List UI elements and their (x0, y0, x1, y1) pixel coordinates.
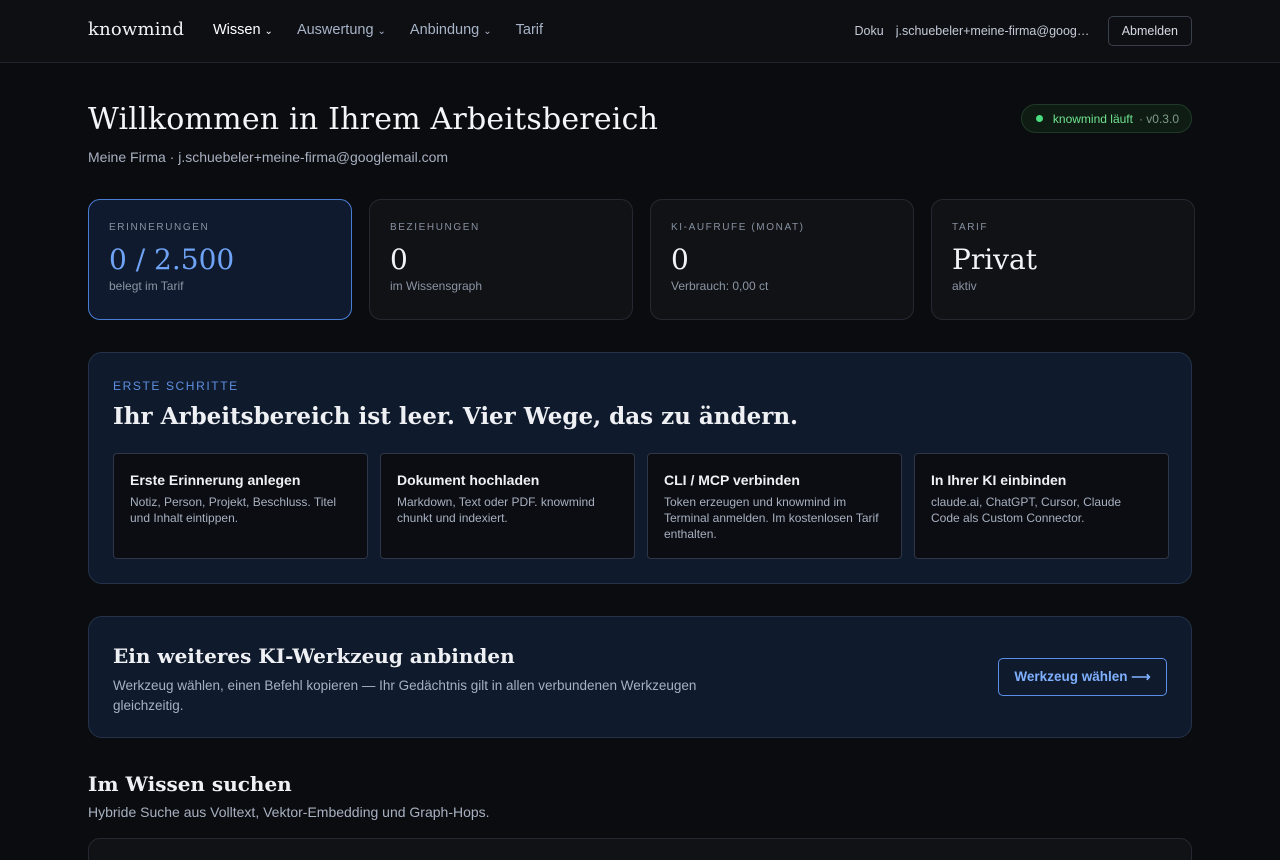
step-description: Notiz, Person, Projekt, Beschluss. Titel… (130, 495, 337, 525)
stat-label: BEZIEHUNGEN (390, 222, 480, 233)
stat-value: 0 (671, 243, 689, 276)
chevron-down-icon: ⌄ (483, 25, 492, 37)
docs-link[interactable]: Doku (855, 24, 884, 38)
stat-value: 0 (390, 243, 408, 276)
connect-tool-panel: Ein weiteres KI-Werkzeug anbinden Werkze… (88, 616, 1192, 738)
step-description: claude.ai, ChatGPT, Cursor, Claude Code … (931, 495, 1122, 525)
choose-tool-button[interactable]: Werkzeug wählen ⟶ (998, 658, 1167, 696)
status-badge: knowmind läuft · v0.3.0 (1020, 104, 1192, 133)
connect-title: Ein weiteres KI-Werkzeug anbinden (113, 644, 515, 668)
nav-item-label: Tarif (515, 22, 544, 38)
nav-item-anbindung[interactable]: Anbindung ⌄ (410, 22, 492, 38)
nav-item-auswertung[interactable]: Auswertung ⌄ (297, 22, 386, 38)
top-right-controls: Doku j.schuebeler+meine-firma@googlemail… (855, 16, 1192, 46)
search-card (88, 838, 1192, 860)
step-title: Erste Erinnerung anlegen (130, 472, 301, 488)
stat-caption: aktiv (952, 279, 977, 293)
step-title: Dokument hochladen (397, 472, 540, 488)
stat-caption: belegt im Tarif (109, 279, 184, 293)
chevron-down-icon: ⌄ (264, 25, 273, 37)
stat-value: Privat (952, 243, 1037, 276)
stat-card-erinnerungen: ERINNERUNGEN 0 / 2.500 belegt im Tarif (88, 199, 352, 320)
nav-item-label: Auswertung (296, 22, 374, 38)
stat-caption: Verbrauch: 0,00 ct (671, 279, 769, 293)
status-text: knowmind läuft (1052, 111, 1133, 126)
step-description: Token erzeugen und knowmind im Terminal … (664, 495, 879, 541)
account-email[interactable]: j.schuebeler+meine-firma@googlemail.com (896, 24, 1092, 38)
stat-card-tarif: TARIF Privat aktiv (931, 199, 1195, 320)
step-description: Markdown, Text oder PDF. knowmind chunkt… (397, 495, 595, 525)
onboarding-panel: ERSTE SCHRITTE Ihr Arbeitsbereich ist le… (88, 352, 1192, 584)
status-dot-icon (1035, 115, 1043, 122)
step-title: CLI / MCP verbinden (664, 472, 800, 488)
brand-logo[interactable]: knowmind (88, 19, 184, 40)
onboarding-title: Ihr Arbeitsbereich ist leer. Vier Wege, … (113, 403, 799, 430)
stat-value: 0 / 2.500 (109, 243, 235, 276)
connect-description: Werkzeug wählen, einen Befehl kopieren —… (113, 678, 697, 713)
nav-item-tarif[interactable]: Tarif (516, 22, 543, 38)
onboarding-kicker: ERSTE SCHRITTE (113, 379, 239, 393)
stat-caption: im Wissensgraph (390, 279, 483, 293)
nav-item-wissen[interactable]: Wissen ⌄ (213, 22, 273, 38)
stat-card-beziehungen: BEZIEHUNGEN 0 im Wissensgraph (369, 199, 633, 320)
stat-card-ki-aufrufe: KI-AUFRUFE (MONAT) 0 Verbrauch: 0,00 ct (650, 199, 914, 320)
page-subtitle: Meine Firma · j.schuebeler+meine-firma@g… (88, 149, 449, 165)
page-title: Willkommen in Ihrem Arbeitsbereich (88, 102, 659, 137)
stat-label: ERINNERUNGEN (109, 222, 210, 233)
logout-button[interactable]: Abmelden (1107, 16, 1192, 46)
search-section-subtitle: Hybride Suche aus Volltext, Vektor-Embed… (88, 804, 490, 820)
step-card-cli-mcp[interactable]: CLI / MCP verbinden Token erzeugen und k… (647, 453, 902, 559)
onboarding-steps: Erste Erinnerung anlegen Notiz, Person, … (113, 453, 1169, 559)
step-card-ki-einbinden[interactable]: In Ihrer KI einbinden claude.ai, ChatGPT… (914, 453, 1169, 559)
search-section-title: Im Wissen suchen (88, 772, 292, 796)
nav-item-label: Anbindung (409, 22, 480, 38)
step-title: In Ihrer KI einbinden (931, 472, 1067, 488)
step-card-dokument[interactable]: Dokument hochladen Markdown, Text oder P… (380, 453, 635, 559)
main-nav: Wissen ⌄ Auswertung ⌄ Anbindung ⌄ Tarif (213, 22, 543, 38)
top-bar: knowmind Wissen ⌄ Auswertung ⌄ Anbindung… (0, 0, 1280, 63)
stat-label: TARIF (952, 222, 989, 233)
chevron-down-icon: ⌄ (377, 25, 386, 37)
nav-item-label: Wissen (213, 22, 261, 38)
version-label: · v0.3.0 (1138, 111, 1179, 126)
stat-label: KI-AUFRUFE (MONAT) (671, 222, 805, 233)
step-card-erinnerung[interactable]: Erste Erinnerung anlegen Notiz, Person, … (113, 453, 368, 559)
stats-row: ERINNERUNGEN 0 / 2.500 belegt im Tarif B… (88, 199, 1195, 320)
